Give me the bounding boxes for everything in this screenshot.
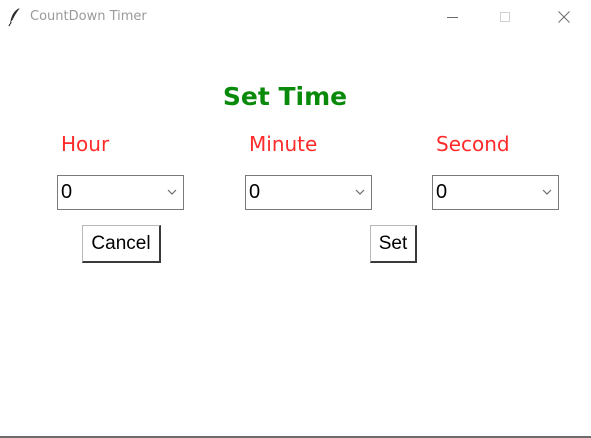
close-button[interactable] xyxy=(541,0,587,34)
set-button[interactable]: Set xyxy=(370,225,417,263)
maximize-icon xyxy=(500,12,510,22)
chevron-down-icon[interactable] xyxy=(167,189,177,196)
maximize-button[interactable] xyxy=(482,0,528,34)
minute-label: Minute xyxy=(249,132,318,156)
second-label: Second xyxy=(436,132,510,156)
feather-icon xyxy=(8,7,22,27)
window-title: CountDown Timer xyxy=(30,9,147,24)
title-bar[interactable]: CountDown Timer xyxy=(0,0,591,34)
countdown-timer-window: CountDown Timer Set Time Hour Minute Sec… xyxy=(0,0,591,438)
chevron-down-icon[interactable] xyxy=(355,189,365,196)
hour-label: Hour xyxy=(61,132,110,156)
minimize-button[interactable] xyxy=(430,0,476,34)
minute-select[interactable]: 0 xyxy=(245,175,372,210)
cancel-button[interactable]: Cancel xyxy=(82,225,161,263)
hour-select-value: 0 xyxy=(61,181,73,203)
set-time-heading: Set Time xyxy=(222,82,348,111)
chevron-down-icon[interactable] xyxy=(542,189,552,196)
second-select-value: 0 xyxy=(436,181,448,203)
hour-select[interactable]: 0 xyxy=(57,175,184,210)
second-select[interactable]: 0 xyxy=(432,175,559,210)
minimize-icon xyxy=(447,17,458,18)
minute-select-value: 0 xyxy=(249,181,261,203)
close-icon xyxy=(558,11,570,23)
